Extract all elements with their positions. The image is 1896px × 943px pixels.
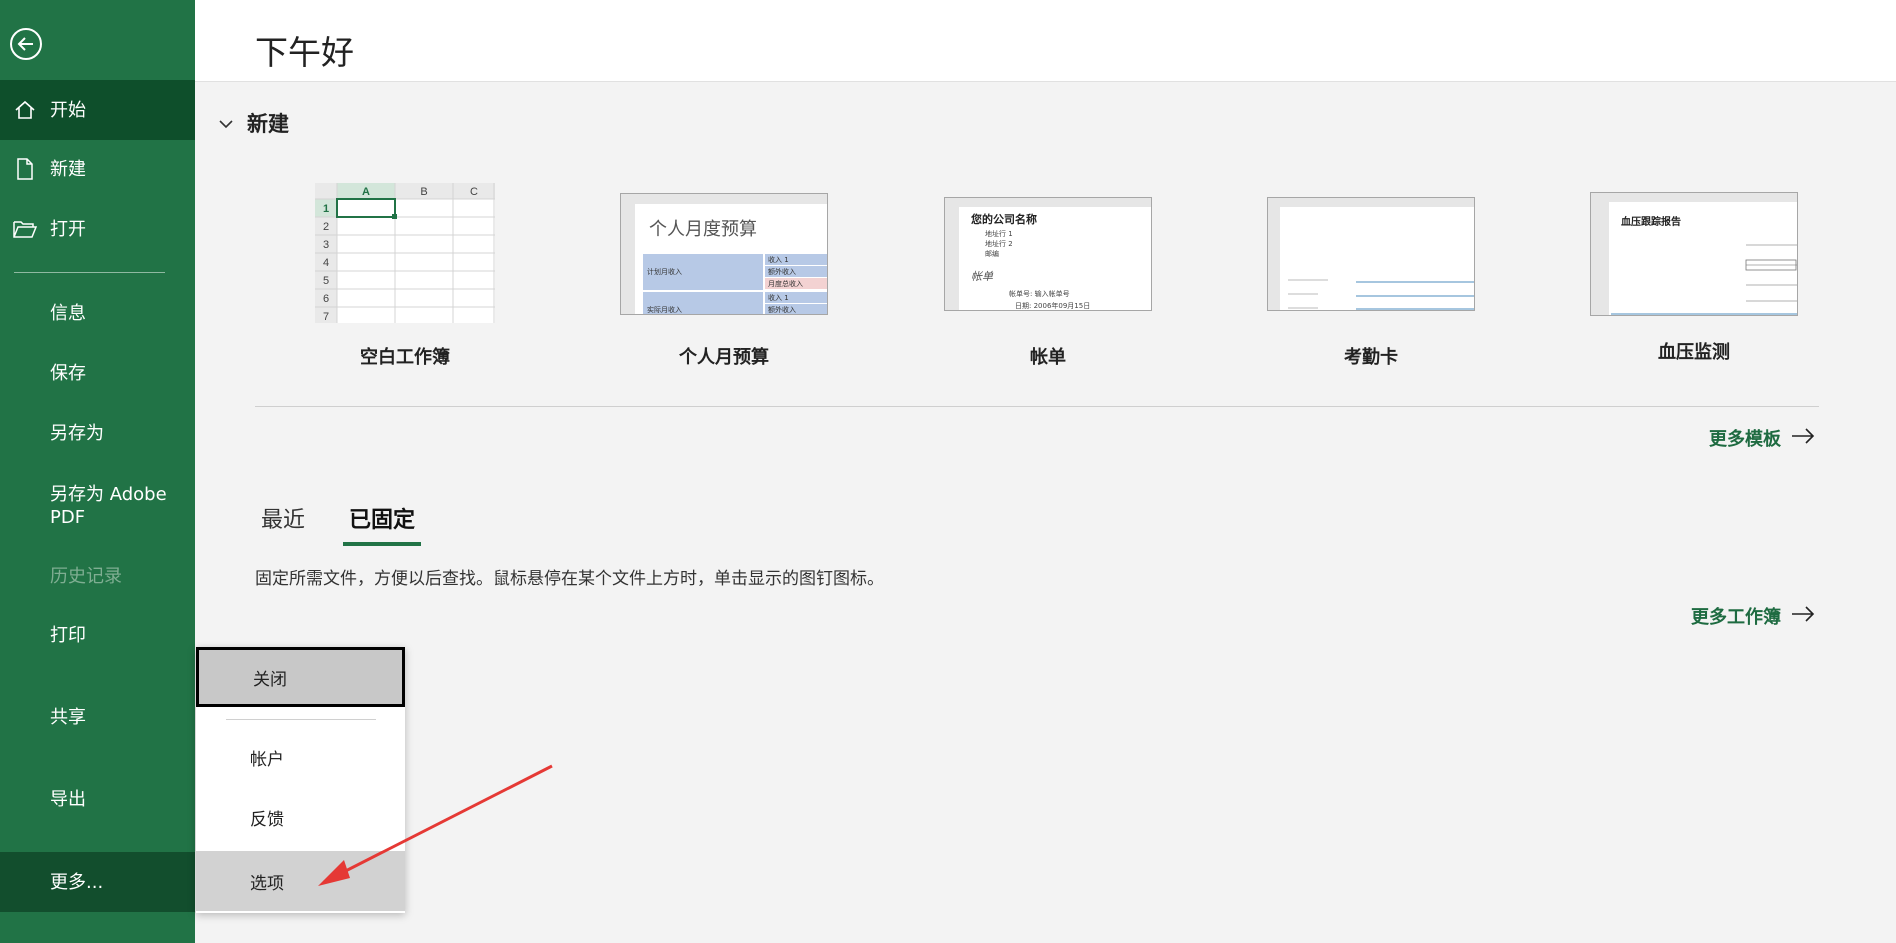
template-name: 考勤卡: [1344, 347, 1398, 368]
sidebar-item-label: 另存为: [50, 422, 104, 444]
sidebar-item-home[interactable]: 开始: [0, 80, 195, 140]
svg-text:4: 4: [323, 257, 329, 269]
svg-text:实际月收入: 实际月收入: [647, 305, 682, 314]
sidebar-divider: [14, 272, 165, 273]
template-personal-budget[interactable]: 个人月度预算 计划月收入 实际月收入 收入 1 额外收入 月度总收入 收入 1 …: [609, 193, 839, 369]
template-thumbnail: A B C 1 2 3 4 5 6 7: [315, 183, 495, 323]
chevron-down-icon: [219, 114, 233, 133]
more-templates-link[interactable]: 更多模板: [1709, 425, 1815, 451]
template-name: 个人月预算: [679, 347, 769, 368]
more-workbooks-label: 更多工作簿: [1691, 607, 1781, 628]
svg-text:血压跟踪报告: 血压跟踪报告: [1621, 215, 1681, 228]
arrow-right-icon: [1791, 427, 1815, 449]
svg-text:收入 1: 收入 1: [768, 293, 789, 302]
sidebar-item-save-as-pdf[interactable]: 另存为 Adobe PDF: [0, 478, 195, 534]
sidebar-item-save-as[interactable]: 另存为: [0, 409, 195, 457]
svg-text:7: 7: [323, 311, 329, 323]
sidebar-item-info[interactable]: 信息: [0, 289, 195, 337]
svg-text:6: 6: [323, 293, 329, 305]
sidebar-item-label: 保存: [50, 362, 86, 384]
sidebar-item-export[interactable]: 导出: [0, 775, 195, 823]
sidebar-item-label: 信息: [50, 302, 86, 324]
svg-text:您的公司名称: 您的公司名称: [971, 212, 1037, 226]
more-templates-label: 更多模板: [1709, 429, 1781, 450]
sidebar-item-label: 共享: [50, 706, 86, 728]
template-name: 空白工作簿: [360, 347, 450, 368]
svg-text:邮编: 邮编: [985, 249, 999, 258]
template-timecard[interactable]: 考勤卡: [1256, 197, 1486, 369]
svg-text:5: 5: [323, 275, 329, 287]
svg-text:2: 2: [323, 221, 329, 233]
template-blood-pressure[interactable]: 血压跟踪报告 血压监测: [1579, 192, 1809, 364]
section-divider: [255, 406, 1819, 407]
svg-text:地址行 2: 地址行 2: [985, 239, 1013, 248]
tab-recent[interactable]: 最近: [255, 502, 311, 546]
template-name: 帐单: [1030, 347, 1066, 368]
sidebar-item-print[interactable]: 打印: [0, 611, 195, 659]
home-icon: [0, 99, 50, 121]
svg-text:C: C: [470, 186, 478, 198]
svg-text:A: A: [362, 186, 370, 198]
section-title: 新建: [247, 112, 289, 136]
svg-text:额外收入: 额外收入: [768, 267, 796, 276]
sidebar-item-history: 历史记录: [0, 552, 195, 600]
page-title: 下午好: [255, 33, 354, 72]
new-section-header[interactable]: 新建: [219, 108, 289, 138]
back-arrow-icon[interactable]: [10, 28, 42, 60]
svg-text:日期: 2006年09月15日: 日期: 2006年09月15日: [1015, 301, 1090, 310]
template-thumbnail: 您的公司名称 地址行 1 地址行 2 邮编 帐单号: 输入帐单号 日期: 200…: [944, 197, 1152, 311]
sidebar-item-share[interactable]: 共享: [0, 693, 195, 741]
blank-grid-preview: A B C 1 2 3 4 5 6 7: [315, 183, 495, 323]
sidebar-item-label: 打印: [50, 624, 86, 646]
svg-text:帐单: 帐单: [971, 270, 994, 283]
svg-text:月度总收入: 月度总收入: [768, 279, 803, 288]
svg-text:个人月度预算: 个人月度预算: [649, 219, 757, 240]
svg-text:地址行 1: 地址行 1: [985, 229, 1013, 238]
sidebar-item-label: 历史记录: [50, 565, 122, 587]
sidebar-item-label: 打开: [50, 218, 86, 240]
template-name: 血压监测: [1658, 342, 1730, 363]
new-file-icon: [0, 158, 50, 180]
svg-text:额外收入: 额外收入: [768, 305, 796, 314]
sidebar-item-new[interactable]: 新建: [0, 145, 195, 193]
template-invoice[interactable]: 您的公司名称 地址行 1 地址行 2 邮编 帐单号: 输入帐单号 日期: 200…: [933, 197, 1163, 369]
red-arrow-annotation: [318, 764, 553, 886]
menu-separator: [226, 719, 376, 720]
recent-pinned-tabs: 最近 已固定: [255, 502, 422, 546]
template-thumbnail: 个人月度预算 计划月收入 实际月收入 收入 1 额外收入 月度总收入 收入 1 …: [620, 193, 828, 315]
template-thumbnail: [1267, 197, 1475, 311]
template-blank-workbook[interactable]: A B C 1 2 3 4 5 6 7 空白工作簿: [290, 183, 520, 369]
open-folder-icon: [0, 219, 50, 239]
tab-pinned[interactable]: 已固定: [343, 502, 422, 546]
sidebar-item-label: 导出: [50, 788, 86, 810]
svg-text:帐单号: 输入帐单号: 帐单号: 输入帐单号: [1009, 289, 1070, 298]
svg-text:B: B: [420, 186, 427, 198]
svg-text:3: 3: [323, 239, 329, 251]
sidebar-item-label: 另存为 Adobe PDF: [50, 484, 167, 528]
svg-text:计划月收入: 计划月收入: [647, 267, 682, 276]
menu-item-close[interactable]: 关闭: [196, 647, 405, 707]
sidebar-item-save[interactable]: 保存: [0, 349, 195, 397]
sidebar-item-more[interactable]: 更多...: [0, 852, 195, 912]
sidebar-item-label: 开始: [50, 99, 86, 121]
svg-text:收入 1: 收入 1: [768, 255, 789, 264]
backstage-header: 下午好: [195, 0, 1896, 82]
pinned-hint-text: 固定所需文件，方便以后查找。鼠标悬停在某个文件上方时，单击显示的图钉图标。: [255, 569, 884, 589]
template-thumbnail: 血压跟踪报告: [1590, 192, 1798, 316]
sidebar-item-open[interactable]: 打开: [0, 205, 195, 253]
sidebar-item-label: 新建: [50, 158, 86, 180]
backstage-sidebar: 开始 新建 打开 信息 保存 另存为 另存为 Adobe PDF 历史记录 打印…: [0, 0, 195, 943]
sidebar-item-label: 更多...: [50, 871, 104, 893]
arrow-right-icon: [1791, 605, 1815, 627]
more-workbooks-link[interactable]: 更多工作簿: [1691, 603, 1815, 629]
svg-text:1: 1: [323, 203, 329, 215]
